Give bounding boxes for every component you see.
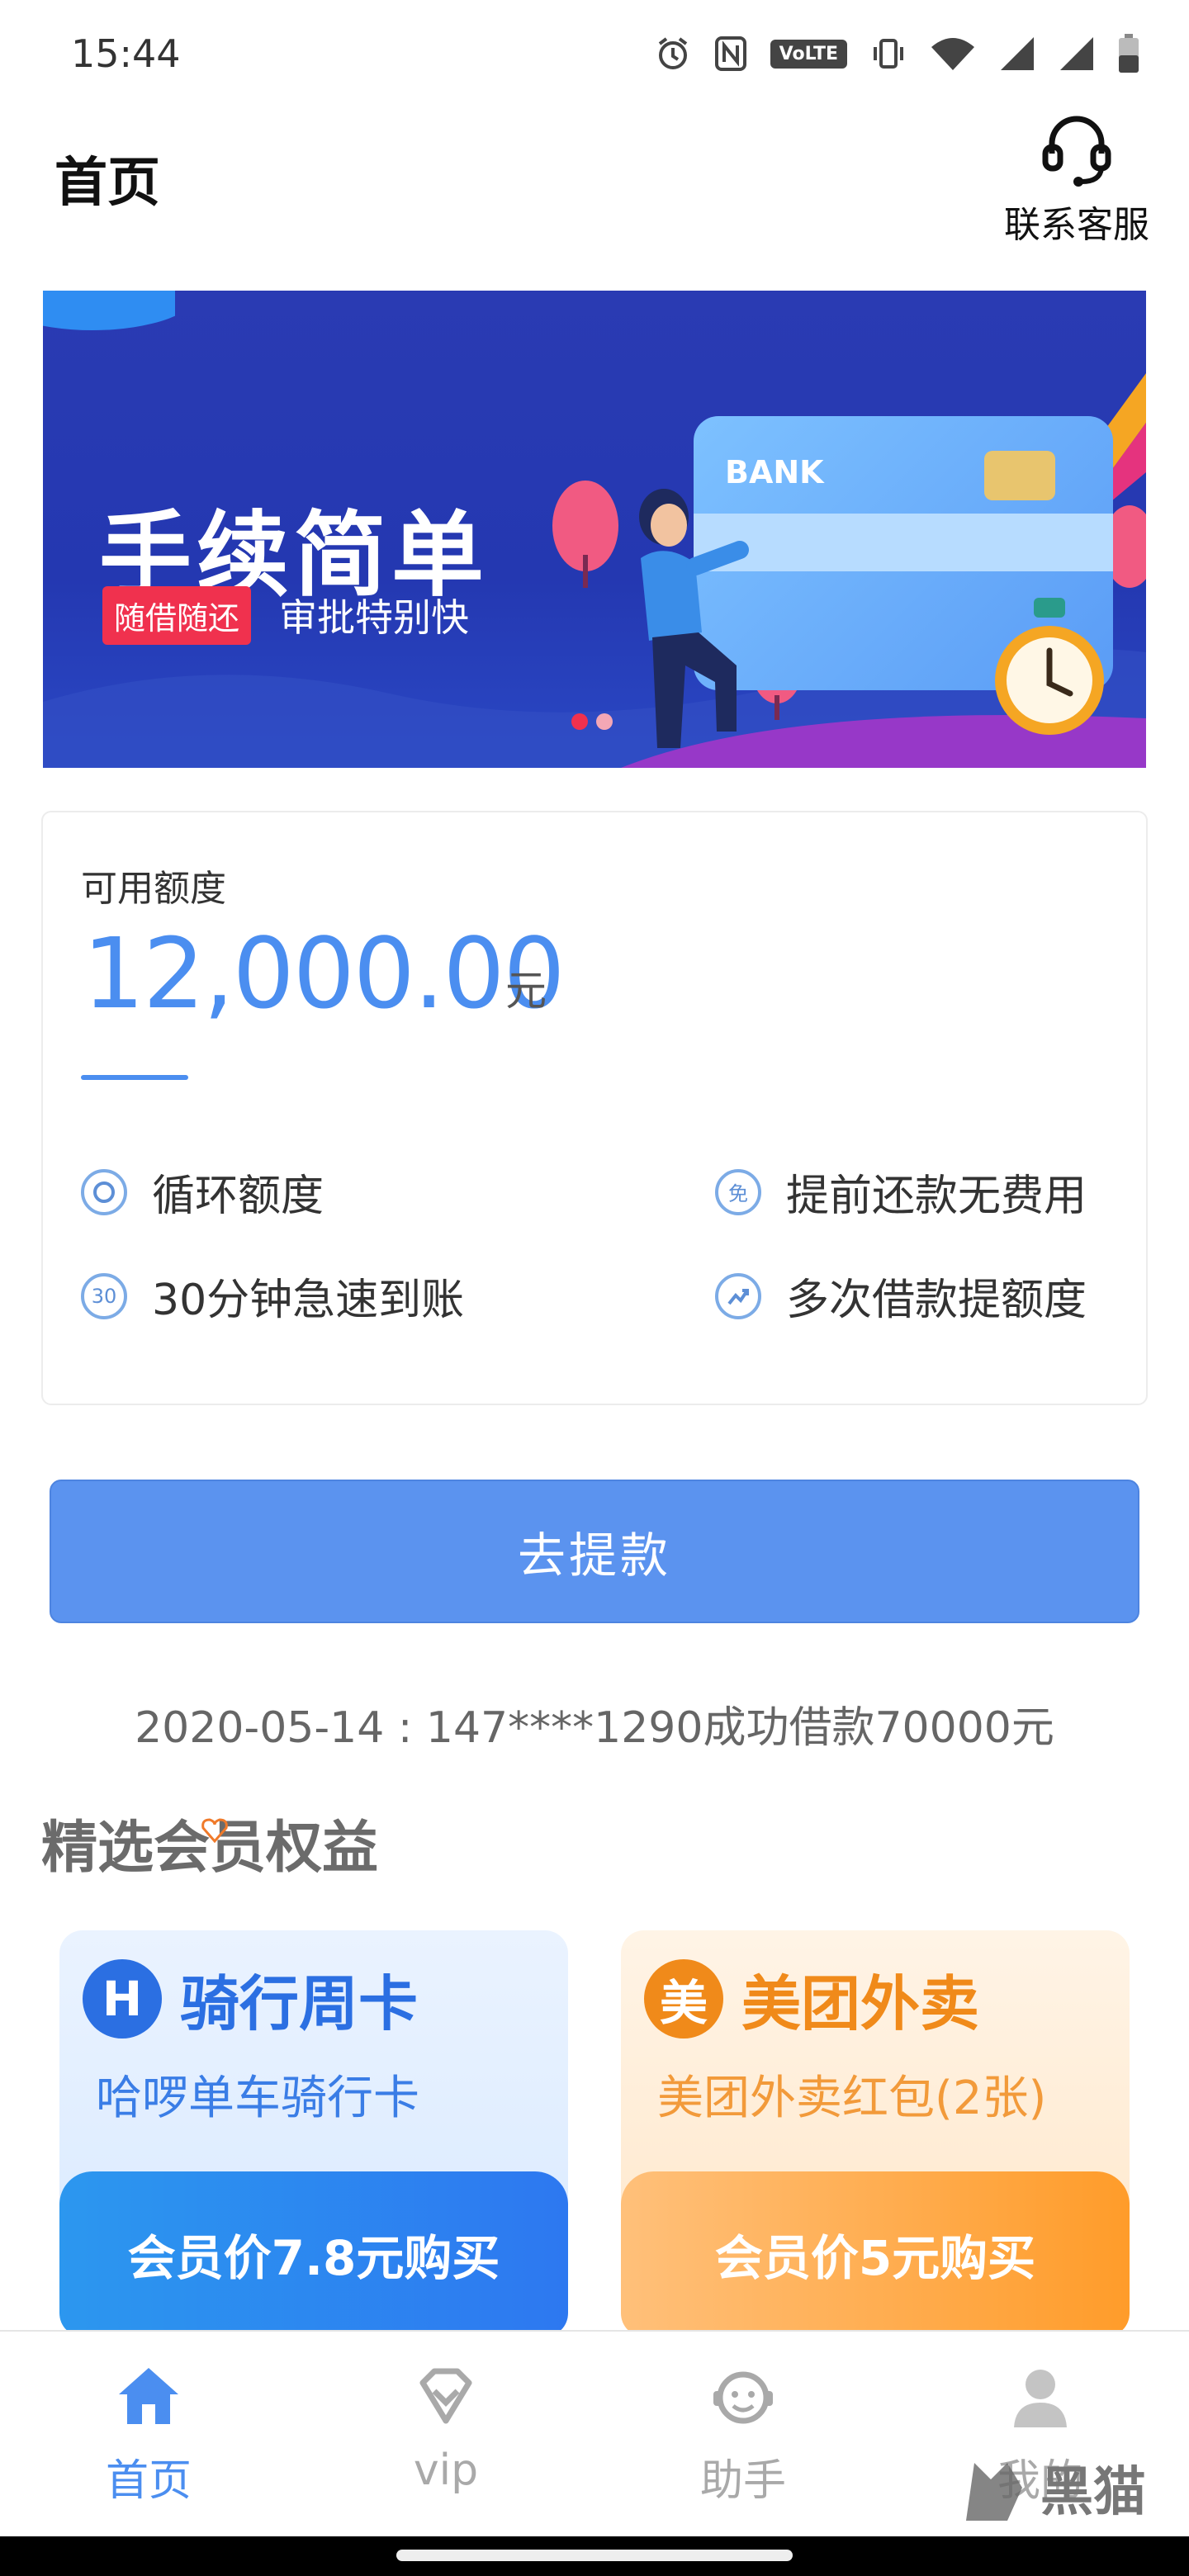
- meituan-logo-icon: 美: [644, 1958, 723, 2039]
- bank-card-stripe: [694, 514, 1113, 571]
- trend-icon: [715, 1272, 761, 1319]
- banner-corner-decoration: [43, 291, 175, 330]
- benefit-subtitle: 哈啰单车骑行卡: [96, 2072, 419, 2125]
- status-icons: VoLTE: [655, 34, 1139, 73]
- circle-icon: [81, 1168, 127, 1215]
- loan-ticker: 2020-05-14 : 147****1290成功借款70000元: [135, 1703, 1054, 1753]
- feature-revolving: 循环额度: [81, 1161, 324, 1223]
- nav-label: vip: [413, 2446, 479, 2495]
- buy-bike-card-button[interactable]: 会员价7.8元购买: [59, 2171, 568, 2337]
- nav-home[interactable]: 首页: [0, 2332, 297, 2536]
- free-icon: 免: [715, 1168, 761, 1215]
- nfc-icon: [714, 36, 747, 72]
- feature-text: 30分钟急速到账: [152, 1276, 465, 1325]
- feature-raise-limit: 多次借款提额度: [715, 1265, 1087, 1327]
- bank-card-chip: [984, 451, 1055, 500]
- credit-underline: [81, 1075, 188, 1080]
- watermark-text: 黑猫: [1040, 2462, 1146, 2523]
- banner-tag: 随借随还: [102, 586, 252, 645]
- feature-text: 循环额度: [152, 1172, 324, 1221]
- nav-label: 助手: [699, 2456, 786, 2506]
- benefit-card-bike[interactable]: H 骑行周卡 哈啰单车骑行卡 会员价7.8元购买: [59, 1930, 568, 2337]
- vip-heart-icon: [411, 2361, 481, 2434]
- benefit-title: 骑行周卡: [180, 1969, 419, 2039]
- tree-illustration: [552, 481, 618, 588]
- nav-vip[interactable]: vip: [297, 2332, 594, 2536]
- nav-label: 首页: [105, 2456, 192, 2506]
- stopwatch-illustration: [995, 598, 1104, 735]
- signal-icon: [999, 36, 1035, 72]
- hellobike-logo-icon: H: [83, 1958, 162, 2039]
- alarm-icon: [655, 36, 691, 72]
- banner-subline: 审批特别快: [279, 595, 469, 640]
- benefit-subtitle: 美团外卖红包(2张): [657, 2072, 1047, 2125]
- credit-unit: 元: [505, 967, 547, 1015]
- credit-label: 可用额度: [81, 868, 226, 910]
- watermark: 黑猫: [958, 2442, 1189, 2533]
- benefit-card-meituan[interactable]: 美 美团外卖 美团外卖红包(2张) 会员价5元购买: [621, 1930, 1130, 2337]
- status-bar: 15:44 VoLTE: [0, 0, 1189, 107]
- thirty-icon: 30: [81, 1272, 127, 1319]
- assistant-icon: [708, 2361, 778, 2434]
- support-label: 联系客服: [1004, 204, 1149, 246]
- banner-dot-active[interactable]: [571, 713, 588, 730]
- buy-meituan-button[interactable]: 会员价5元购买: [621, 2171, 1130, 2337]
- feature-fast-arrival: 30 30分钟急速到账: [81, 1265, 464, 1327]
- volte-icon: VoLTE: [770, 39, 847, 69]
- heart-badge-icon: [201, 1818, 228, 1844]
- headset-icon: [1035, 107, 1118, 190]
- banner-dot[interactable]: [596, 713, 613, 730]
- promo-banner[interactable]: 手续简单 随借随还 审批特别快 BANK: [43, 291, 1146, 768]
- withdraw-button[interactable]: 去提款: [50, 1480, 1139, 1623]
- benefit-header: 美 美团外卖: [644, 1955, 979, 2042]
- feature-text: 多次借款提额度: [786, 1276, 1087, 1325]
- signal-icon-2: [1059, 36, 1095, 72]
- wifi-icon: [930, 36, 976, 72]
- nav-assistant[interactable]: 助手: [594, 2332, 892, 2536]
- battery-icon: [1118, 34, 1139, 73]
- page-title: 首页: [54, 153, 160, 214]
- home-icon: [114, 2361, 183, 2434]
- credit-limit-card: 可用额度 12,000.00 元 循环额度 免 提前还款无费用 30 30分钟急…: [41, 811, 1148, 1405]
- person-illustration: [639, 489, 749, 748]
- feature-free-prepayment: 免 提前还款无费用: [715, 1161, 1087, 1223]
- feature-text: 提前还款无费用: [786, 1172, 1087, 1221]
- vibrate-icon: [870, 36, 907, 72]
- profile-icon: [1006, 2361, 1075, 2434]
- credit-amount: 12,000.00: [83, 916, 566, 1030]
- status-time: 15:44: [71, 31, 181, 76]
- benefit-header: H 骑行周卡: [83, 1955, 418, 2042]
- header: 首页 联系客服: [0, 107, 1189, 272]
- contact-support-button[interactable]: 联系客服: [994, 107, 1159, 248]
- home-gesture-pill[interactable]: [396, 2550, 793, 2561]
- benefit-title: 美团外卖: [741, 1969, 980, 2039]
- cat-watermark-icon: [966, 2463, 1022, 2521]
- banner-pagination: [571, 713, 613, 730]
